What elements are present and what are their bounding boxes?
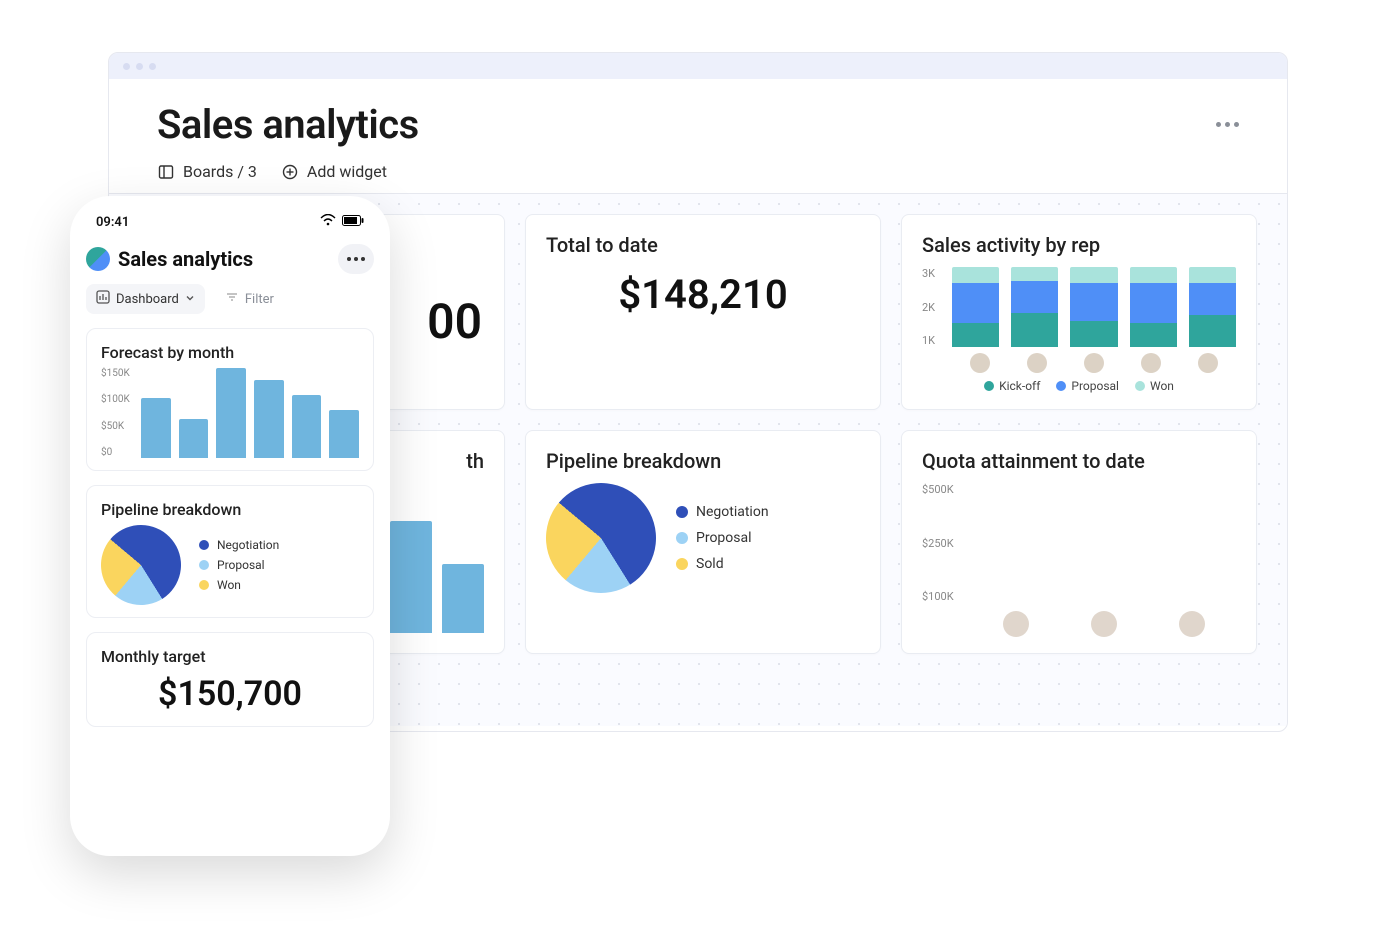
window-dot-icon [136,63,143,70]
card-title: Forecast by month [101,343,359,362]
chart-y-ticks: $150K $100K $50K $0 [101,368,130,458]
window-header: Sales analytics [109,79,1287,158]
mobile-statusbar: 09:41 [86,214,374,238]
add-widget-button[interactable]: Add widget [281,162,387,181]
avatar [1027,353,1047,373]
chart-legend: Negotiation Proposal Won [199,538,279,592]
card-title: Quota attainment to date [922,449,1236,473]
boards-label: Boards / 3 [183,162,257,181]
avatar [1141,353,1161,373]
rep-avatars [972,611,1236,637]
statusbar-time: 09:41 [96,215,129,230]
window-dot-icon [123,63,130,70]
chart-legend: Negotiation Proposal Sold [676,504,769,572]
mobile-more-button[interactable] [338,244,374,274]
legend-label: Sold [696,556,724,572]
card-title: Pipeline breakdown [546,449,860,473]
y-tick: $0 [101,447,130,458]
card-total-to-date[interactable]: Total to date $148,210 [525,214,881,410]
mobile-title: Sales analytics [118,247,253,271]
legend-label: Proposal [696,530,752,546]
chart-legend: Kick-off Proposal Won [922,379,1236,393]
bar [390,521,432,633]
card-pipeline-breakdown[interactable]: Pipeline breakdown Negotiation Proposal … [525,430,881,654]
toolbar: Boards / 3 Add widget [109,158,1287,194]
chart-y-ticks: $500K $250K $100K [922,483,954,603]
mobile-cards: Forecast by month $150K $100K $50K $0 Pi… [86,328,374,727]
window-dot-icon [149,63,156,70]
boards-control[interactable]: Boards / 3 [157,162,257,181]
dashboard-dropdown[interactable]: Dashboard [86,284,205,314]
mobile-card-forecast[interactable]: Forecast by month $150K $100K $50K $0 [86,328,374,471]
more-button[interactable] [1207,110,1247,140]
y-tick: 2K [922,301,935,314]
filter-label: Filter [245,292,274,307]
logo-icon [86,247,110,271]
avatar [1091,611,1117,637]
card-sales-activity[interactable]: Sales activity by rep 3K 2K 1K [901,214,1257,410]
card-title: Pipeline breakdown [101,500,359,519]
y-tick: 3K [922,267,935,280]
y-tick: $500K [922,483,954,496]
card-title: Monthly target [101,647,359,666]
y-tick: $100K [922,590,954,603]
plus-circle-icon [281,163,299,181]
chevron-down-icon [185,292,195,307]
bar [442,564,484,633]
avatar [1198,353,1218,373]
mobile-card-pipeline[interactable]: Pipeline breakdown Negotiation Proposal … [86,485,374,618]
mobile-header: Sales analytics [86,244,374,274]
boards-icon [157,163,175,181]
y-tick: $50K [101,421,130,432]
avatar [1084,353,1104,373]
chart-y-ticks: 3K 2K 1K [922,267,935,347]
card-quota-attainment[interactable]: Quota attainment to date $500K $250K $10… [901,430,1257,654]
filter-icon [225,290,239,308]
page-title: Sales analytics [157,101,419,148]
stacked-bar-chart [952,267,1236,347]
legend-label: Kick-off [999,379,1040,393]
legend-label: Negotiation [217,538,279,552]
legend-label: Won [217,578,241,592]
y-tick: $100K [101,394,130,405]
avatar [1179,611,1205,637]
pie-chart [524,461,679,616]
legend-label: Negotiation [696,504,769,520]
legend-label: Proposal [217,558,265,572]
avatar [1003,611,1029,637]
bar-chart [141,368,359,458]
card-title: Sales activity by rep [922,233,1236,257]
legend-label: Won [1150,379,1174,393]
mobile-device: 09:41 Sales analytics Dashboard Filter F… [70,196,390,856]
filter-button[interactable]: Filter [215,284,284,314]
y-tick: 1K [922,334,935,347]
y-tick: $150K [101,368,130,379]
monthly-target-value: $150,700 [101,674,359,714]
pie-chart [85,509,198,622]
rep-avatars [952,353,1236,373]
window-titlebar [109,53,1287,79]
grouped-bar-chart [972,483,1236,603]
chart-icon [96,290,110,308]
add-widget-label: Add widget [307,162,387,181]
dashboard-label: Dashboard [116,292,179,307]
y-tick: $250K [922,537,954,550]
card-title: Total to date [546,233,860,257]
legend-label: Proposal [1071,379,1119,393]
mobile-controls: Dashboard Filter [86,284,374,314]
mobile-card-monthly-target[interactable]: Monthly target $150,700 [86,632,374,727]
avatar [970,353,990,373]
total-to-date-value: $148,210 [546,271,860,318]
wifi-icon [320,214,336,230]
battery-icon [342,215,364,230]
